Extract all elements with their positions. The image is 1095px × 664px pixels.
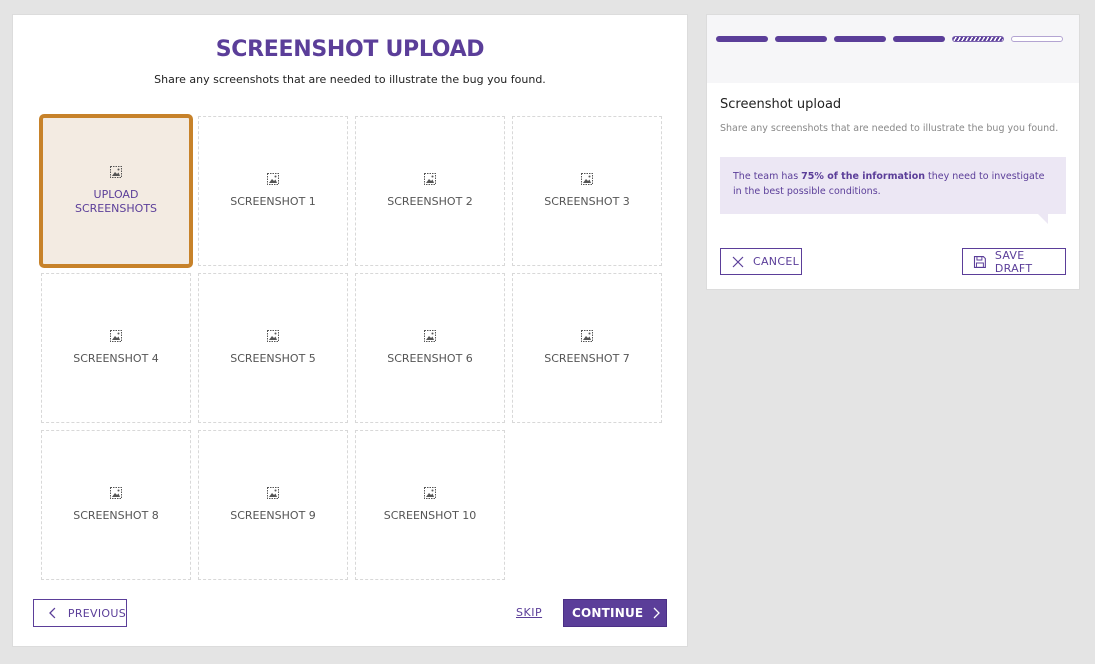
continue-label: CONTINUE <box>572 606 644 620</box>
image-icon <box>267 173 279 185</box>
slot-label: SCREENSHOT 3 <box>544 195 630 208</box>
progress-step-complete <box>834 36 886 42</box>
save-draft-label: SAVE DRAFT <box>994 248 1033 275</box>
screenshot-slot[interactable]: SCREENSHOT 5 <box>198 273 348 423</box>
slot-label: SCREENSHOT 4 <box>73 352 159 365</box>
screenshot-slot[interactable]: SCREENSHOT 9 <box>198 430 348 580</box>
previous-button[interactable]: PREVIOUS <box>33 599 127 627</box>
upload-screenshots-tile[interactable]: UPLOAD SCREENSHOTS <box>39 114 193 268</box>
progress-step-complete <box>716 36 768 42</box>
screenshot-slot[interactable]: SCREENSHOT 3 <box>512 116 662 266</box>
image-icon <box>581 173 593 185</box>
image-icon <box>110 487 122 499</box>
cancel-label: CANCEL <box>753 255 799 268</box>
side-description: Share any screenshots that are needed to… <box>720 123 1059 134</box>
screenshot-slot[interactable]: SCREENSHOT 8 <box>41 430 191 580</box>
slot-label: SCREENSHOT 9 <box>230 509 316 522</box>
screenshot-slot[interactable]: SCREENSHOT 1 <box>198 116 348 266</box>
image-icon <box>424 330 436 342</box>
side-title: Screenshot upload <box>720 97 842 112</box>
previous-label: PREVIOUS <box>67 606 126 620</box>
cancel-button[interactable]: CANCEL <box>720 248 802 275</box>
close-icon <box>732 256 744 267</box>
info-bubble: The team has 75% of the information they… <box>720 157 1066 224</box>
image-icon <box>581 330 593 342</box>
image-icon <box>267 487 279 499</box>
slot-label: SCREENSHOT 10 <box>383 509 477 522</box>
image-icon <box>110 166 122 178</box>
screenshot-slot[interactable]: SCREENSHOT 4 <box>41 273 191 423</box>
main-card: SCREENSHOT UPLOAD Share any screenshots … <box>12 14 688 647</box>
floppy-disk-icon <box>973 255 986 268</box>
slot-label: SCREENSHOT 6 <box>387 352 473 365</box>
screenshot-grid: UPLOAD SCREENSHOTS SCREENSHOT 1 SCREENSH… <box>39 114 662 580</box>
image-icon <box>110 330 122 342</box>
upload-label: UPLOAD SCREENSHOTS <box>74 188 158 215</box>
progress-step-current <box>952 36 1004 42</box>
slot-label: SCREENSHOT 7 <box>544 352 630 365</box>
image-icon <box>267 330 279 342</box>
image-icon <box>424 173 436 185</box>
progress-step-complete <box>893 36 945 42</box>
progress-step-pending <box>1011 36 1063 42</box>
page-title: SCREENSHOT UPLOAD <box>215 37 485 62</box>
page-subtitle: Share any screenshots that are needed to… <box>154 73 546 86</box>
slot-label: SCREENSHOT 5 <box>230 352 316 365</box>
image-icon <box>424 487 436 499</box>
slot-label: SCREENSHOT 2 <box>387 195 473 208</box>
chevron-left-icon <box>49 607 56 619</box>
progress-bar <box>716 36 1063 42</box>
progress-step-complete <box>775 36 827 42</box>
slot-label: SCREENSHOT 1 <box>230 195 316 208</box>
info-prefix: The team has <box>733 171 802 182</box>
slot-label: SCREENSHOT 8 <box>73 509 159 522</box>
skip-link[interactable]: SKIP <box>516 606 542 619</box>
save-draft-button[interactable]: SAVE DRAFT <box>962 248 1066 275</box>
screenshot-slot[interactable]: SCREENSHOT 7 <box>512 273 662 423</box>
chevron-right-icon <box>653 607 661 619</box>
progress-area <box>707 15 1079 83</box>
screenshot-slot[interactable]: SCREENSHOT 6 <box>355 273 505 423</box>
screenshot-slot[interactable]: SCREENSHOT 2 <box>355 116 505 266</box>
screenshot-slot[interactable]: SCREENSHOT 10 <box>355 430 505 580</box>
info-highlight: 75% of the information <box>801 171 926 182</box>
side-panel: Screenshot upload Share any screenshots … <box>706 14 1080 290</box>
continue-button[interactable]: CONTINUE <box>563 599 667 627</box>
